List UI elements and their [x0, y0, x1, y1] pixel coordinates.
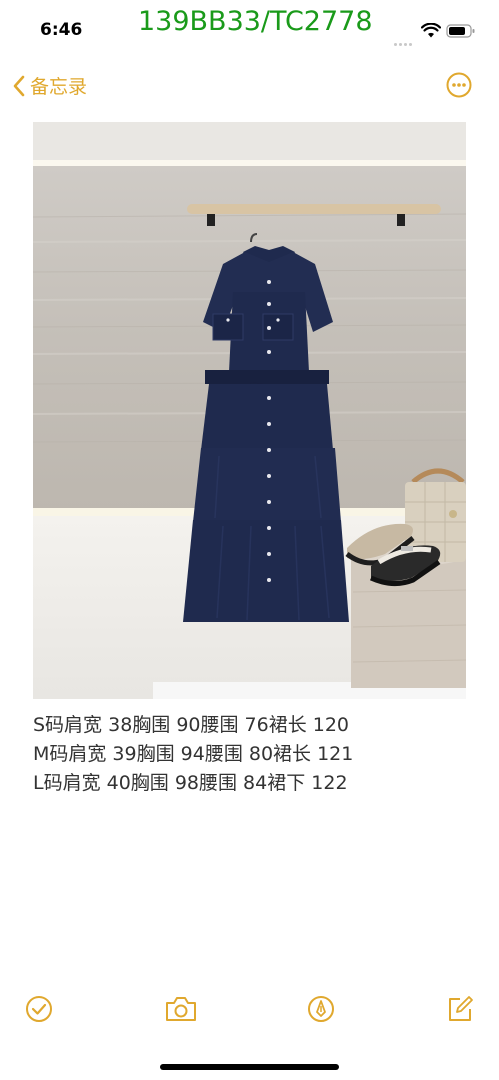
compose-button[interactable]	[446, 995, 474, 1027]
chevron-left-icon	[13, 75, 25, 96]
cellular-signal-icon	[394, 31, 416, 46]
checklist-button[interactable]	[25, 995, 53, 1027]
size-line-s: S码肩宽 38胸围 90腰围 76裙长 120	[33, 714, 350, 736]
compose-icon	[449, 996, 473, 1021]
wifi-icon	[420, 22, 442, 39]
more-button[interactable]	[446, 72, 472, 102]
navigation-bar: 备忘录	[0, 60, 499, 108]
checkmark-circle-icon	[26, 996, 52, 1022]
status-bar: 6:46 139BB33/TC2778	[0, 0, 499, 58]
status-time: 6:46	[40, 20, 83, 40]
size-line-l: L码肩宽 40胸围 98腰围 84裙下 122	[33, 772, 348, 794]
battery-icon	[446, 23, 476, 38]
note-body[interactable]: S码肩宽 38胸围 90腰围 76裙长 120 M码肩宽 39胸围 94腰围 8…	[33, 711, 353, 798]
pen-tip-icon	[308, 996, 334, 1022]
back-button[interactable]: 备忘录	[12, 72, 87, 99]
camera-icon	[166, 997, 196, 1021]
size-line-m: M码肩宽 39胸围 94腰围 80裙长 121	[33, 743, 354, 765]
home-indicator[interactable]	[160, 1064, 339, 1070]
back-label: 备忘录	[30, 76, 88, 98]
ellipsis-circle-icon	[446, 72, 472, 98]
bottom-toolbar	[0, 995, 499, 1035]
markup-button[interactable]	[307, 995, 335, 1027]
camera-button[interactable]	[164, 995, 198, 1027]
note-photo[interactable]	[33, 122, 466, 699]
watermark-text: 139BB33/TC2778	[138, 6, 373, 37]
